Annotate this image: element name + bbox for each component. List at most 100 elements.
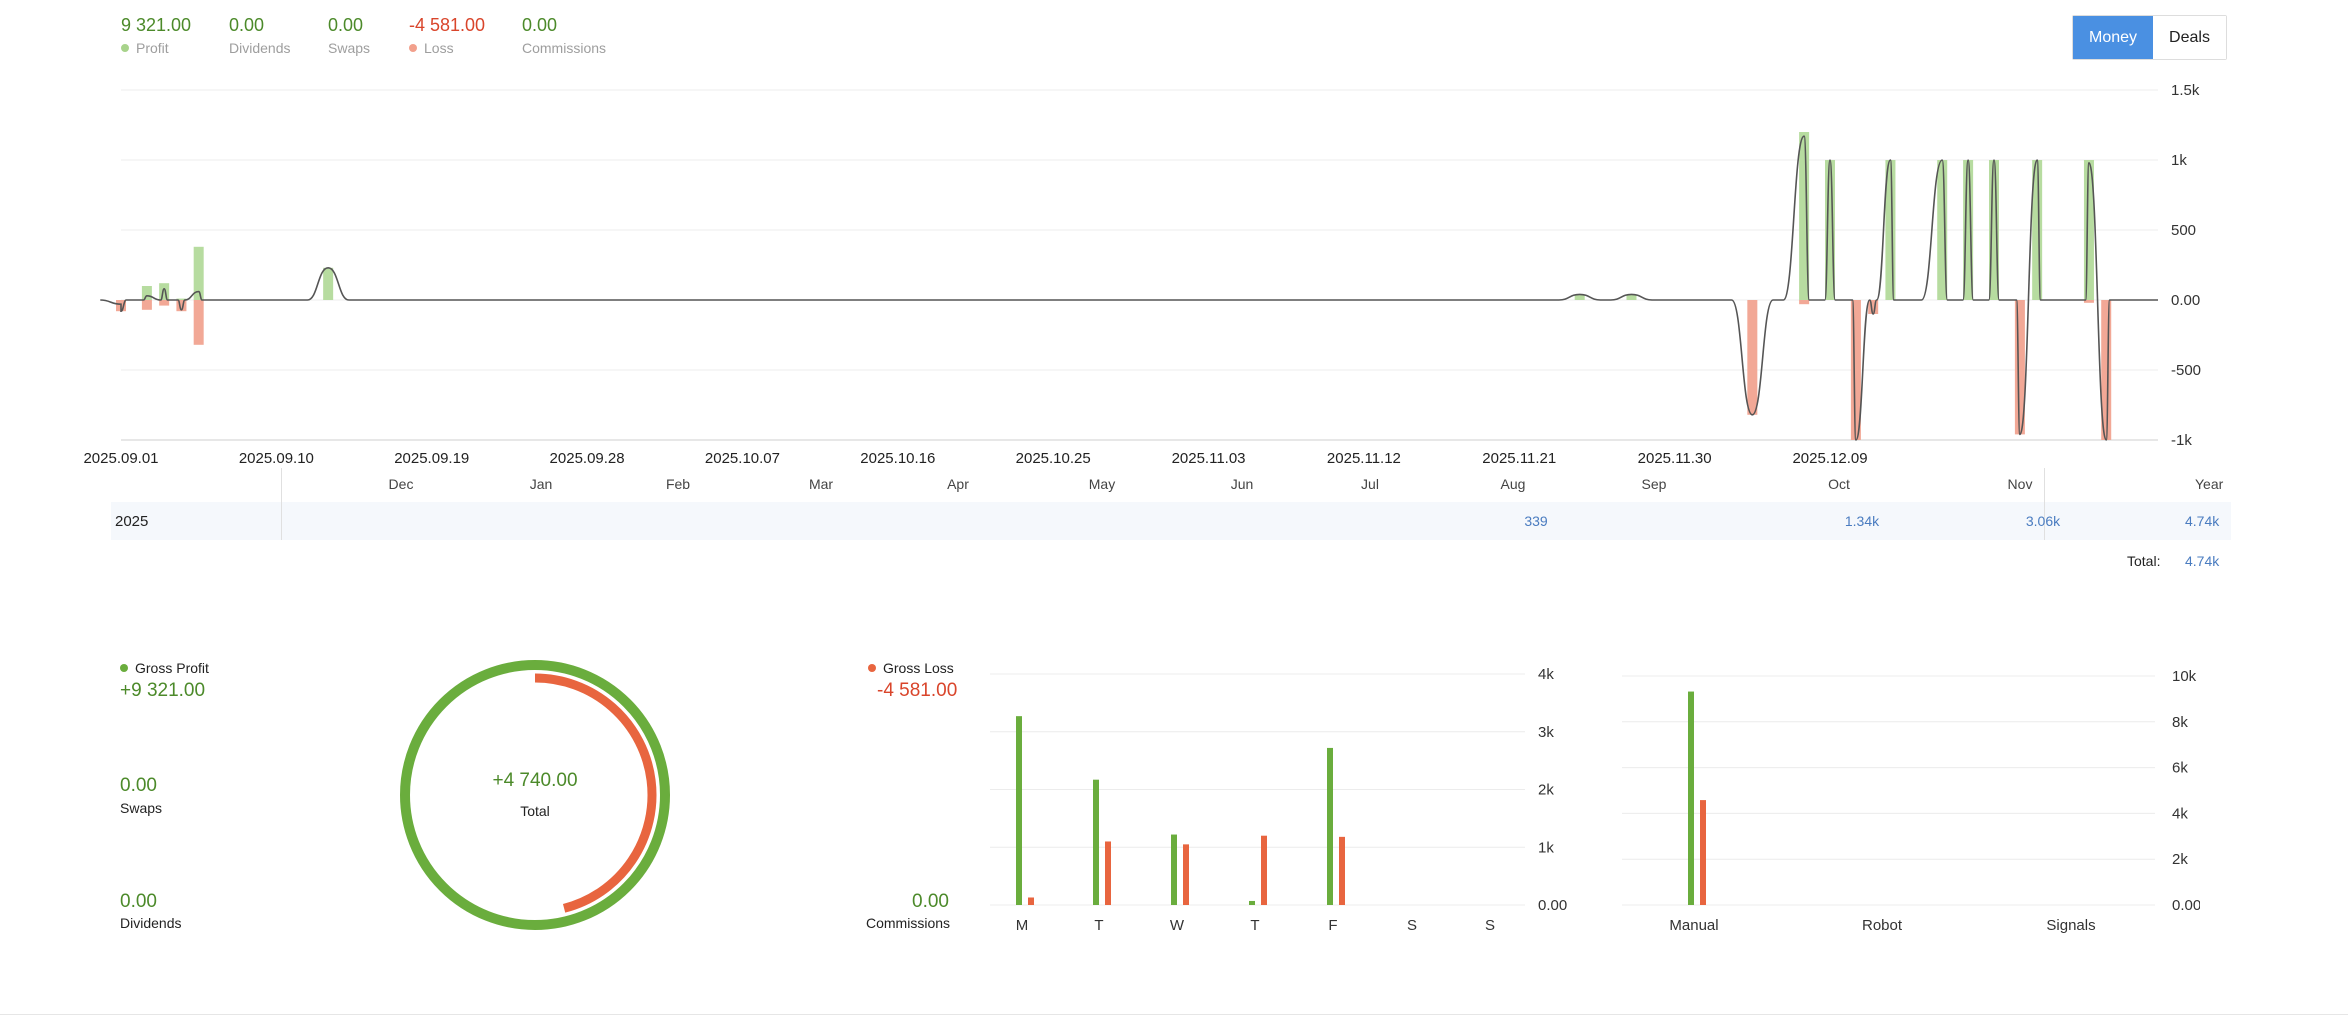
y-tick-label: 0.00 xyxy=(2172,897,2200,914)
y-tick-label: 1k xyxy=(1538,839,1554,856)
swaps-label: Swaps xyxy=(120,800,163,816)
y-tick-label: 0.00 xyxy=(2171,292,2200,309)
source-chart: 10k 8k 6k 4k 2k 0.00 Manual Robot Signals xyxy=(1622,668,2200,934)
commissions-label: Commissions xyxy=(866,915,951,931)
month-header-apr: Apr xyxy=(947,476,969,492)
y-tick-label: 2k xyxy=(1538,782,1554,799)
month-header-jul: Jul xyxy=(1361,476,1379,492)
donut-total-value: +4 740.00 xyxy=(492,770,578,791)
loss-bar xyxy=(193,300,204,345)
y-tick-label: 3k xyxy=(1538,724,1554,741)
month-header-nov: Nov xyxy=(2007,476,2033,492)
table-divider-left xyxy=(281,468,282,540)
loss-bar xyxy=(1105,841,1111,905)
year-value: 4.74k xyxy=(2185,513,2220,529)
loss-bar xyxy=(1799,300,1810,305)
profit-bar xyxy=(1249,900,1255,905)
month-value-nov: 3.06k xyxy=(2025,513,2061,529)
x-tick-label: 2025.10.07 xyxy=(705,450,780,467)
category-label: F xyxy=(1328,917,1337,934)
y-tick-label: -1k xyxy=(2171,432,2192,449)
profit-loss-chart: 1.5k 1k 500 0.00 -500 -1k 2025.09.01 2025.09.10… xyxy=(83,82,2201,467)
loss-bar xyxy=(1868,300,1879,314)
footer-divider xyxy=(0,1014,2348,1015)
y-tick-label: 0.00 xyxy=(1538,897,1567,914)
month-value-oct: 1.34k xyxy=(1844,513,1880,529)
loss-bar xyxy=(1028,897,1034,905)
x-tick-label: 2025.09.28 xyxy=(550,450,625,467)
y-tick-label: 10k xyxy=(2172,668,2197,685)
y-tick-label: 1.5k xyxy=(2171,82,2200,99)
y-tick-label: 6k xyxy=(2172,760,2188,777)
x-tick-label: 2025.09.10 xyxy=(239,450,314,467)
month-header-dec: Dec xyxy=(388,476,414,492)
x-tick-label: 2025.10.25 xyxy=(1016,450,1091,467)
x-tick-label: 2025.09.01 xyxy=(83,450,158,467)
month-header-mar: Mar xyxy=(808,476,834,492)
profit-bar xyxy=(1016,716,1022,905)
year-row-bg xyxy=(111,502,2231,540)
month-header-feb: Feb xyxy=(665,476,691,492)
balance-line xyxy=(100,135,2158,441)
profit-bar xyxy=(141,286,152,300)
category-label: M xyxy=(1016,917,1029,934)
y-tick-label: 8k xyxy=(2172,714,2188,731)
y-tick-label: 500 xyxy=(2171,222,2196,239)
total-value: 4.74k xyxy=(2185,553,2220,569)
loss-bar xyxy=(1339,836,1345,905)
profit-bar xyxy=(1093,779,1099,905)
y-tick-label: -500 xyxy=(2171,362,2201,379)
profit-bar xyxy=(1327,747,1333,905)
gross-loss-value: -4 581.00 xyxy=(877,680,958,701)
month-header-sep: Sep xyxy=(1641,476,1667,492)
dividends-label: Dividends xyxy=(120,915,182,931)
category-label: S xyxy=(1485,917,1495,934)
year-header: Year xyxy=(2195,476,2224,492)
gross-profit-value: +9 321.00 xyxy=(120,680,206,701)
donut-profit-ring xyxy=(400,660,670,930)
y-tick-label: 4k xyxy=(2172,805,2188,822)
category-label: W xyxy=(1170,917,1185,934)
category-label: T xyxy=(1250,917,1259,934)
weekday-chart: 4k 3k 2k 1k 0.00 M T W T F S S xyxy=(990,666,1567,934)
x-tick-label: 2025.11.21 xyxy=(1482,450,1556,467)
loss-bar xyxy=(1747,300,1758,415)
loss-bar xyxy=(159,300,170,306)
category-label: Signals xyxy=(2046,917,2095,934)
y-tick-label: 4k xyxy=(1538,666,1554,683)
total-label: Total: xyxy=(2127,553,2161,569)
category-label: Manual xyxy=(1669,917,1718,934)
profit-bar xyxy=(1688,691,1694,905)
total-donut-chart xyxy=(400,660,670,930)
gross-profit-dot xyxy=(120,664,128,673)
gross-profit-legend: Gross Profit xyxy=(120,660,209,676)
loss-bar xyxy=(1700,800,1706,905)
loss-bar xyxy=(141,300,152,310)
y-tick-label: 2k xyxy=(2172,851,2188,868)
month-header-may: May xyxy=(1088,476,1116,492)
month-header-oct: Oct xyxy=(1828,476,1850,492)
profit-bar xyxy=(159,283,170,300)
gross-loss-legend: Gross Loss xyxy=(868,660,954,676)
y-tick-label: 1k xyxy=(2171,152,2187,169)
loss-bar xyxy=(1261,835,1267,905)
swaps-value: 0.00 xyxy=(120,775,157,796)
donut-total-label: Total xyxy=(520,803,550,819)
profit-bar xyxy=(1171,834,1177,905)
gross-loss-dot xyxy=(868,664,876,673)
month-header-jan: Jan xyxy=(529,476,553,492)
x-tick-label: 2025.12.09 xyxy=(1792,450,1867,467)
category-label: S xyxy=(1407,917,1417,934)
month-value-aug: 339 xyxy=(1524,513,1548,529)
x-tick-label: 2025.11.03 xyxy=(1172,450,1246,467)
x-tick-label: 2025.11.12 xyxy=(1327,450,1401,467)
category-label: T xyxy=(1094,917,1103,934)
loss-bar xyxy=(1183,844,1189,905)
commissions-value: 0.00 xyxy=(912,891,949,912)
dividends-value: 0.00 xyxy=(120,891,157,912)
profit-bar xyxy=(323,267,334,300)
category-label: Robot xyxy=(1862,917,1903,934)
x-tick-label: 2025.11.30 xyxy=(1638,450,1712,467)
x-tick-label: 2025.09.19 xyxy=(394,450,469,467)
month-header-aug: Aug xyxy=(1500,476,1526,492)
